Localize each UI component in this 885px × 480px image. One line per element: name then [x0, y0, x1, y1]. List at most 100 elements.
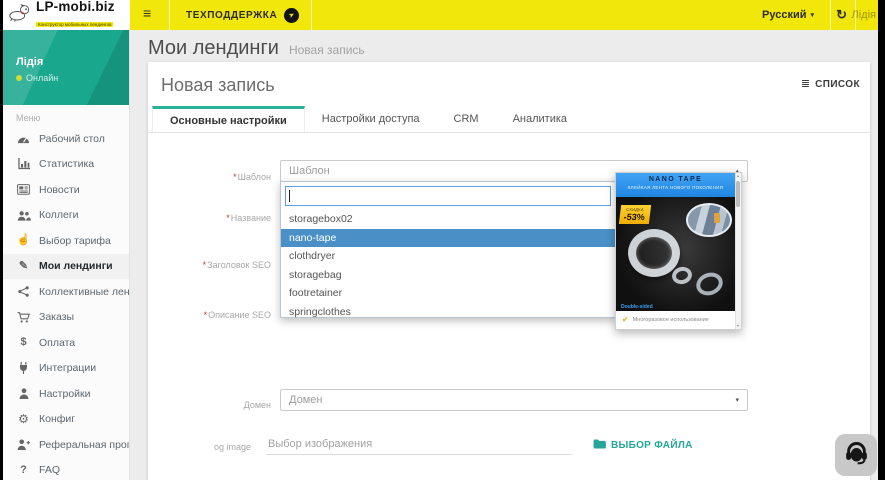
- dropdown-search-input[interactable]: [285, 186, 611, 206]
- gears-icon: ⚙: [18, 412, 29, 427]
- brand-mascot-icon: [8, 3, 32, 27]
- telegram-icon: ➤: [284, 7, 300, 23]
- users-icon: [16, 210, 31, 221]
- topbar-divider: [311, 0, 312, 30]
- discount-badge: СКИДКА -53%: [618, 205, 652, 224]
- template-preview: NANO TAPE КЛЕЙКАЯ ЛЕНТА НОВОГО ПОКОЛЕНИЯ…: [616, 173, 735, 329]
- online-status-label: Онлайн: [26, 73, 59, 83]
- sidebar-item-label: Реферальная программа: [39, 438, 129, 451]
- folder-icon: [593, 436, 606, 454]
- sidebar-item-my-landings[interactable]: ✎ Мои лендинги: [3, 253, 129, 279]
- sidebar-item-label: Выбор тарифа: [39, 234, 111, 247]
- sidebar-item-news[interactable]: Новости: [3, 177, 129, 203]
- dropdown-option[interactable]: footretainer: [281, 284, 615, 303]
- preview-title: NANO TAPE: [648, 176, 703, 183]
- chevron-down-icon: ▾: [810, 12, 814, 19]
- chevron-down-icon: ▾: [735, 397, 739, 404]
- og-image-input[interactable]: [266, 434, 572, 455]
- name-label: Название: [159, 213, 271, 223]
- sidebar-item-label: Статистика: [39, 158, 95, 171]
- dollar-icon: $: [20, 336, 27, 349]
- template-placeholder: Шаблон: [289, 165, 330, 177]
- sidebar-item-label: Оплата: [39, 336, 76, 349]
- topbar-username[interactable]: Лідія: [852, 9, 876, 21]
- sidebar-item-tariff[interactable]: ☝ Выбор тарифа: [3, 228, 129, 254]
- tab-main-settings[interactable]: Основные настройки: [152, 106, 305, 132]
- scrollbar-thumb[interactable]: [736, 181, 740, 207]
- preview-product-area: СКИДКА -53% Double-sided: [616, 197, 735, 313]
- support-chat-button[interactable]: [835, 434, 877, 476]
- sidebar-item-config[interactable]: ⚙ Конфиг: [3, 407, 129, 433]
- page-title: Мои лендинги: [148, 37, 279, 59]
- tab-crm[interactable]: CRM: [437, 106, 496, 132]
- sidebar-item-faq[interactable]: ? FAQ: [3, 458, 129, 480]
- support-link[interactable]: ТЕХПОДДЕРЖКА ➤: [186, 0, 300, 30]
- language-label: Русский: [762, 9, 807, 21]
- refresh-icon[interactable]: ↻: [836, 7, 847, 23]
- list-button-label: СПИСОК: [815, 79, 860, 90]
- sidebar-item-statistics[interactable]: Статистика: [3, 152, 129, 178]
- domain-select[interactable]: Домен ▾: [280, 389, 748, 411]
- topbar-divider: [169, 0, 170, 30]
- list-button[interactable]: ≣ СПИСОК: [801, 79, 860, 91]
- brand-logo[interactable]: LP-mobi.biz Конструктор мобильных лендин…: [3, 0, 130, 30]
- brand-name: LP-mobi.biz: [36, 0, 115, 14]
- dropdown-option-selected[interactable]: nano-tape: [281, 228, 615, 247]
- og-image-label: og image: [213, 442, 251, 452]
- preview-scrollbar[interactable]: ▴ ▾: [735, 173, 741, 329]
- tab-analytics[interactable]: Аналитика: [496, 106, 584, 132]
- sidebar-item-label: Заказы: [39, 311, 75, 324]
- cart-icon: [16, 311, 31, 323]
- dropdown-option[interactable]: springclothes: [281, 303, 615, 318]
- online-dot-icon: [16, 75, 22, 81]
- dropdown-option[interactable]: clothdryer: [281, 247, 615, 266]
- user-icon: [16, 388, 31, 400]
- sidebar: Лідія Онлайн Меню Рабочий стол Статистик…: [3, 30, 130, 480]
- breadcrumb: Новая запись: [288, 43, 365, 57]
- preview-subtitle: КЛЕЙКАЯ ЛЕНТА НОВОГО ПОКОЛЕНИЯ: [627, 185, 724, 190]
- sidebar-item-collective-landings[interactable]: Коллективные лендинги: [3, 279, 129, 305]
- sidebar-item-label: Рабочий стол: [39, 132, 105, 145]
- sidebar-item-referral[interactable]: Реферальная программа: [3, 432, 129, 458]
- sidebar-item-integrations[interactable]: Интеграции: [3, 356, 129, 382]
- seo-description-label: Описание SEO: [159, 310, 271, 320]
- form-card: Новая запись ≣ СПИСОК Основные настройки…: [148, 62, 870, 480]
- topbar-yellow: ≡ ТЕХПОДДЕРЖКА ➤ Русский ▾ ↻ Лідія: [130, 0, 878, 30]
- question-icon: ?: [20, 463, 27, 476]
- page-header: Мои лендинги Новая запись: [148, 37, 365, 60]
- file-picker-button[interactable]: ВЫБОР ФАЙЛА: [593, 436, 693, 454]
- topbar: LP-mobi.biz Конструктор мобильных лендин…: [3, 0, 878, 30]
- preview-caption: Double-sided: [621, 304, 653, 310]
- scroll-down-icon[interactable]: ▾: [735, 323, 741, 329]
- hand-pointer-icon: ☝: [16, 234, 31, 247]
- dropdown-option-list: storagebox02 nano-tape clothdryer storag…: [281, 210, 615, 317]
- preview-feature-row: ✔ Многоразовое использование: [616, 311, 735, 329]
- online-status: Онлайн: [16, 73, 58, 83]
- sidebar-item-label: Коллеги: [39, 209, 79, 222]
- support-label: ТЕХПОДДЕРЖКА: [186, 9, 278, 21]
- sidebar-item-colleagues[interactable]: Коллеги: [3, 203, 129, 229]
- news-icon: [16, 184, 31, 195]
- template-dropdown: storagebox02 nano-tape clothdryer storag…: [280, 181, 616, 318]
- tape-roll-small: [693, 269, 726, 299]
- sidebar-item-payment[interactable]: $ Оплата: [3, 330, 129, 356]
- plug-icon: [16, 362, 31, 375]
- sidebar-item-label: Интеграции: [39, 362, 97, 375]
- discount-value: -53%: [623, 212, 646, 222]
- sidebar-item-orders[interactable]: Заказы: [3, 305, 129, 331]
- tab-access-settings[interactable]: Настройки доступа: [305, 106, 437, 132]
- dropdown-option[interactable]: storagebag: [281, 266, 615, 285]
- sidebar-item-dashboard[interactable]: Рабочий стол: [3, 126, 129, 152]
- hamburger-icon[interactable]: ≡: [143, 5, 151, 21]
- share-icon: [16, 286, 31, 297]
- menu-section-label: Меню: [16, 113, 41, 123]
- sidebar-item-settings[interactable]: Настройки: [3, 381, 129, 407]
- dropdown-option[interactable]: storagebox02: [281, 210, 615, 229]
- scroll-up-icon[interactable]: ▴: [735, 173, 741, 179]
- brand-tagline: Конструктор мобильных лендингов: [36, 21, 114, 27]
- dashboard-icon: [16, 133, 31, 144]
- tape-roll-image: [628, 229, 680, 277]
- preview-feature-text: Многоразовое использование: [632, 317, 709, 323]
- language-selector[interactable]: Русский ▾: [762, 9, 814, 21]
- sidebar-user-panel: Лідія Онлайн: [3, 30, 129, 105]
